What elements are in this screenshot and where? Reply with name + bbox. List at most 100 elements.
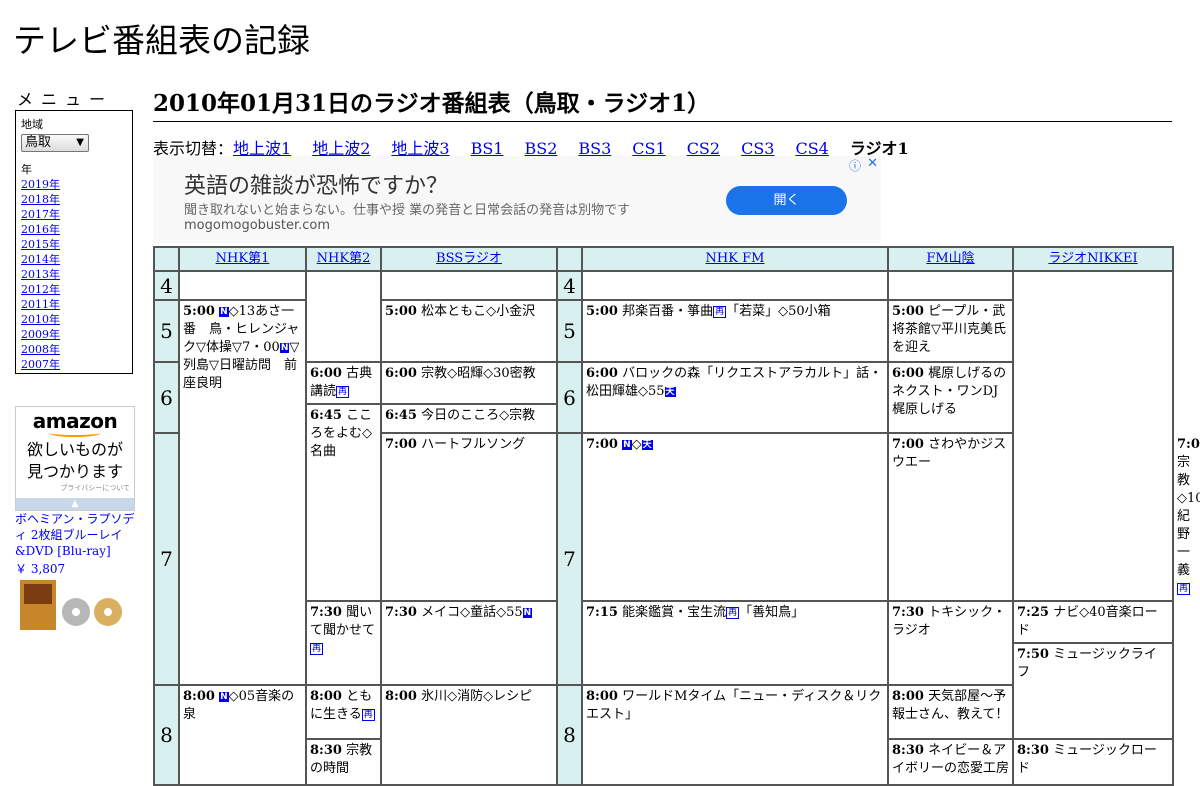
channel-header: BSSラジオ xyxy=(380,246,558,272)
ad-close-icon[interactable]: ✕ xyxy=(867,156,878,171)
ad-message-line2: 見つかります xyxy=(26,462,123,481)
news-icon: N xyxy=(622,440,632,450)
hour-cell: 4 xyxy=(153,270,180,301)
program-cell-empty xyxy=(305,270,382,363)
year-link-2008[interactable]: 2008年 xyxy=(21,342,127,357)
program-cell[interactable]: 8:30 ネイビー＆アイボリーの恋愛工房 xyxy=(887,738,1014,786)
year-link-2017[interactable]: 2017年 xyxy=(21,207,127,222)
hour-cell: 8 xyxy=(153,684,180,786)
year-link-2007[interactable]: 2007年 xyxy=(21,357,127,372)
program-cell[interactable]: 8:00 氷川◇消防◇レシピ xyxy=(380,684,558,786)
product-price: ￥ 3,807 xyxy=(15,562,66,576)
ad-headline[interactable]: 英語の雑談が恐怖ですか？ xyxy=(184,168,448,200)
channel-link-nikkei[interactable]: ラジオNIKKEI xyxy=(1048,251,1137,266)
product-title-link[interactable]: ボヘミアン・ラプソディ 2枚組ブルーレイ&DVD [Blu-ray] xyxy=(15,511,137,559)
program-cell[interactable]: 7:25 ナビ◇40音楽ロード xyxy=(1012,600,1174,644)
program-cell[interactable]: 5:00 N◇13あさ一番 鳥・ヒレンジャク▽体操▽7・00N▽列島▽日曜訪問 … xyxy=(178,299,307,686)
rerun-icon: 再 xyxy=(726,607,740,619)
program-cell-empty xyxy=(1012,270,1174,602)
product-image[interactable] xyxy=(18,578,128,630)
program-cell[interactable]: 8:30 宗教の時間 xyxy=(305,738,382,786)
hour-cell: 6 xyxy=(153,361,180,434)
carousel-up-icon[interactable]: ▲ xyxy=(16,498,134,510)
ad-body: 聞き取れないと始まらない。仕事や授 業の発音と日常会話の発音は別物です xyxy=(184,203,631,218)
program-cell[interactable]: 6:00 バロックの森「リクエストアラカルト」話・松田輝雄◇55天 xyxy=(581,361,889,434)
program-cell[interactable]: 7:00 さわやかジスウエー xyxy=(887,432,1014,602)
program-cell[interactable]: 7:50 ミュージックライフ xyxy=(1012,642,1174,740)
banner-ad[interactable]: 英語の雑談が恐怖ですか？ 聞き取れないと始まらない。仕事や授 業の発音と日常会話… xyxy=(153,156,881,243)
hour-cell: 4 xyxy=(556,270,583,301)
corner-cell xyxy=(556,246,583,272)
channel-link-nhkfm[interactable]: NHK FM xyxy=(706,251,765,266)
rerun-icon: 再 xyxy=(1177,583,1191,595)
program-cell-empty xyxy=(380,270,558,301)
program-cell[interactable]: 6:00 梶原しげるのネクスト・ワンDJ 梶原しげる xyxy=(887,361,1014,434)
program-cell[interactable]: 6:00 古典講読再 xyxy=(305,361,382,405)
rerun-icon: 再 xyxy=(713,306,727,318)
rerun-icon: 再 xyxy=(361,709,375,721)
program-cell-empty xyxy=(887,270,1014,301)
year-link-2012[interactable]: 2012年 xyxy=(21,282,127,297)
year-link-2015[interactable]: 2015年 xyxy=(21,237,127,252)
ad-info-icon[interactable]: ⓘ xyxy=(849,157,861,174)
header-row: NHK第1 NHK第2 BSSラジオ NHK FM FM山陰 ラジオNIKKEI xyxy=(153,246,1174,272)
year-list: 2019年 2018年 2017年 2016年 2015年 2014年 2013… xyxy=(21,177,127,372)
news-icon: N xyxy=(219,307,229,317)
year-link-2019[interactable]: 2019年 xyxy=(21,177,127,192)
ad-message-line1: 欲しいものが xyxy=(26,440,123,459)
chevron-down-icon: ▼ xyxy=(76,137,84,148)
program-cell[interactable]: 7:15 能楽鑑賞・宝生流再「善知鳥」 xyxy=(581,600,889,686)
program-cell[interactable]: 8:00 天気部屋～予報士さん、教えて！ xyxy=(887,684,1014,740)
program-cell[interactable]: 7:30 トキシック・ラジオ xyxy=(887,600,1014,686)
site-title: テレビ番組表の記録 xyxy=(13,21,310,60)
table-row: 7:30 聞いて聞かせて再 7:30 メイコ◇童話◇55N 7:15 能楽鑑賞・… xyxy=(154,600,1174,686)
news-icon: N xyxy=(279,343,290,353)
amazon-logo: amazon xyxy=(32,409,118,433)
program-cell-empty xyxy=(178,270,307,301)
program-cell[interactable]: 6:00 宗教◇昭輝◇30密教 xyxy=(380,361,558,405)
program-cell[interactable]: 5:00 邦楽百番・箏曲再「若菜」◇50小箱 xyxy=(581,299,889,363)
year-link-2013[interactable]: 2013年 xyxy=(21,267,127,282)
program-cell[interactable]: 7:00 ハートフルソング xyxy=(380,432,558,602)
news-icon: N xyxy=(522,608,533,618)
program-cell[interactable]: 6:45 こころをよむ◇名曲 xyxy=(305,403,382,602)
region-select-value: 鳥取 xyxy=(25,135,52,150)
program-cell[interactable]: 5:00 ピープル・武将茶館▽平川克美氏を迎え xyxy=(887,299,1014,363)
program-cell[interactable]: 7:00 N◇天 xyxy=(581,432,889,602)
channel-link-bss[interactable]: BSSラジオ xyxy=(436,251,502,266)
menu-title: メニュー xyxy=(17,90,114,109)
program-cell[interactable]: 8:00 ともに生きる再 xyxy=(305,684,382,740)
program-cell[interactable]: 8:00 N◇05音楽の泉 xyxy=(178,684,307,786)
ad-url[interactable]: mogomogobuster.com xyxy=(184,218,330,233)
corner-cell xyxy=(153,246,180,272)
channel-link-nhk1[interactable]: NHK第1 xyxy=(216,251,270,266)
program-cell[interactable]: 7:30 メイコ◇童話◇55N xyxy=(380,600,558,686)
hour-cell: 7 xyxy=(153,432,180,686)
program-cell[interactable]: 8:30 ミュージックロード xyxy=(1012,738,1174,786)
year-link-2010[interactable]: 2010年 xyxy=(21,312,127,327)
program-cell[interactable]: 5:00 松本ともこ◇小金沢 xyxy=(380,299,558,363)
program-cell[interactable]: 8:00 ワールドMタイム「ニュー・ディスク＆リクエスト」 xyxy=(581,684,889,786)
region-select[interactable]: 鳥取 ▼ xyxy=(21,134,89,152)
page-title: 2010年01月31日のラジオ番組表（鳥取・ラジオ1） xyxy=(153,84,1172,122)
rerun-icon: 再 xyxy=(310,643,324,655)
hour-cell: 8 xyxy=(556,684,583,786)
hour-cell: 6 xyxy=(556,361,583,434)
channel-link-nhk2[interactable]: NHK第2 xyxy=(317,251,371,266)
year-link-2009[interactable]: 2009年 xyxy=(21,327,127,342)
privacy-link[interactable]: プライバシーについて xyxy=(16,483,134,493)
year-link-2018[interactable]: 2018年 xyxy=(21,192,127,207)
ad-open-button[interactable]: 開く xyxy=(726,186,847,215)
weather-icon: 天 xyxy=(641,440,653,450)
year-link-2011[interactable]: 2011年 xyxy=(21,297,127,312)
channel-header: NHK FM xyxy=(581,246,889,272)
year-link-2016[interactable]: 2016年 xyxy=(21,222,127,237)
table-row: 4 4 xyxy=(153,270,1174,602)
hour-cell: 5 xyxy=(153,299,180,363)
program-cell[interactable]: 6:45 今日のこころ◇宗教 xyxy=(380,403,558,434)
channel-link-fmsanin[interactable]: FM山陰 xyxy=(926,251,974,266)
amazon-ad[interactable]: amazon 欲しいものが 見つかります プライバシーについて ▲ xyxy=(15,406,135,511)
hour-cell: 7 xyxy=(556,432,583,686)
year-link-2014[interactable]: 2014年 xyxy=(21,252,127,267)
program-cell[interactable]: 7:30 聞いて聞かせて再 xyxy=(305,600,382,686)
